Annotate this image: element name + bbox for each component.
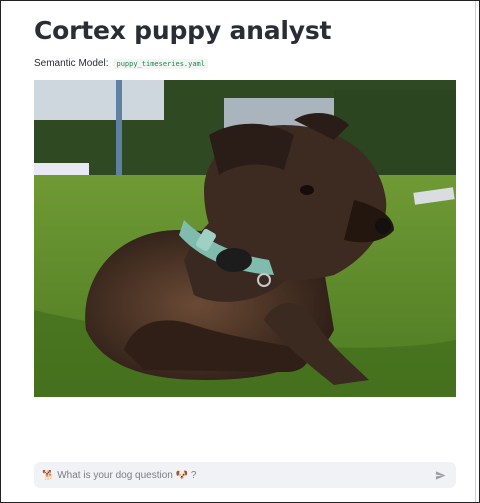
app-window: Cortex puppy analyst Semantic Model: pup… — [0, 0, 480, 503]
puppy-image — [34, 80, 456, 397]
semantic-model-label: Semantic Model: — [34, 58, 109, 69]
scrollbar-track — [475, 1, 476, 502]
semantic-model-file: puppy_timeseries.yaml — [113, 58, 208, 69]
chat-input-bar — [34, 462, 456, 488]
chat-input[interactable] — [42, 466, 427, 484]
semantic-model-row: Semantic Model: puppy_timeseries.yaml — [34, 58, 208, 69]
send-button[interactable] — [432, 467, 448, 483]
send-icon — [435, 470, 446, 480]
page-title: Cortex puppy analyst — [34, 16, 332, 45]
puppy-photo — [34, 80, 456, 397]
